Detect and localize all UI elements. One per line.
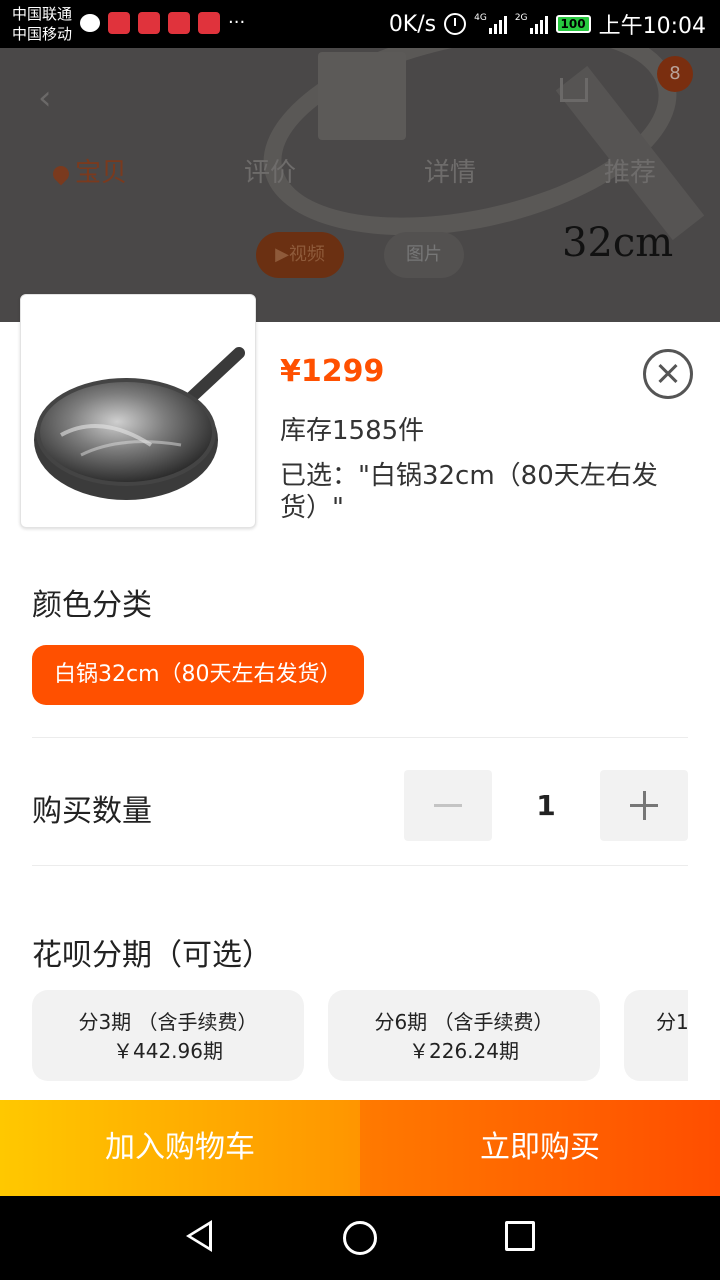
weibo-icon xyxy=(198,12,220,34)
header-product-thumbnail xyxy=(318,52,406,140)
image-toggle: 图片 xyxy=(384,232,464,278)
plan-terms: 分12期 （含手续费） xyxy=(656,1010,688,1034)
notification-icons: ··· xyxy=(80,12,245,34)
cart-count-badge: 8 xyxy=(657,56,693,92)
add-to-cart-button[interactable]: 加入购物车 xyxy=(0,1100,360,1196)
network-4g-label: 4G xyxy=(474,13,487,23)
cart-icon xyxy=(560,78,588,102)
installment-plans[interactable]: 分3期 （含手续费） ￥442.96期 分6期 （含手续费） ￥226.24期 … xyxy=(32,990,688,1082)
nav-back-icon[interactable] xyxy=(186,1220,212,1252)
sku-selected-summary: 已选："白锅32cm（80天左右发货）" xyxy=(280,461,658,523)
sku-price: ¥1299 xyxy=(280,354,385,389)
more-notifications-icon: ··· xyxy=(228,12,246,33)
game-app-icon xyxy=(168,12,190,34)
color-section-title: 颜色分类 xyxy=(32,588,152,623)
battery-icon: 100 xyxy=(555,15,591,33)
divider xyxy=(32,737,688,738)
image-size-text: 32cm xyxy=(562,220,674,266)
signal-4g-icon: 4G xyxy=(474,14,507,34)
plan-terms: 分3期 （含手续费） xyxy=(78,1010,258,1034)
buy-now-button[interactable]: 立即购买 xyxy=(360,1100,720,1196)
alarm-icon xyxy=(444,13,467,35)
divider xyxy=(32,865,688,866)
tab-recommend: 推荐 xyxy=(603,158,656,188)
location-pin-icon xyxy=(49,162,73,185)
tab-item-label: 宝贝 xyxy=(74,158,127,188)
tab-details: 详情 xyxy=(423,158,476,188)
installment-plan-3[interactable]: 分3期 （含手续费） ￥442.96期 xyxy=(32,990,304,1081)
color-option-selected[interactable]: 白锅32cm（80天左右发货） xyxy=(32,645,364,705)
quantity-value[interactable]: 1 xyxy=(492,770,600,841)
signal-2g-icon: 2G xyxy=(515,14,548,34)
network-speed: 0K/s xyxy=(388,11,437,37)
carrier-mobile: 中国移动 xyxy=(12,25,73,43)
sku-stock: 库存1585件 xyxy=(280,416,425,446)
plan-amount: ￥226.24期 xyxy=(409,1039,519,1063)
plan-amount: ￥442.96期 xyxy=(113,1039,223,1063)
status-bar: 中国联通 中国移动 ··· 0K/s 4G 2G 100 上午10:04 xyxy=(0,0,720,48)
clock: 上午10:04 xyxy=(598,14,706,39)
close-icon[interactable] xyxy=(643,349,693,399)
tab-item: 宝贝 xyxy=(0,152,180,189)
message-icon xyxy=(80,14,100,32)
wok-image xyxy=(34,347,245,500)
network-2g-label: 2G xyxy=(514,13,528,23)
nav-home-icon[interactable] xyxy=(343,1221,377,1255)
plan-terms: 分6期 （含手续费） xyxy=(374,1010,554,1034)
video-app-icon xyxy=(108,12,130,34)
quantity-decrease-button[interactable] xyxy=(404,770,492,841)
product-page-overlay[interactable]: ‹ 8 宝贝 评价 详情 推荐 ▶视频 图片 32cm xyxy=(0,48,720,322)
video-toggle: ▶视频 xyxy=(256,232,344,278)
app-notification-icon xyxy=(138,12,160,34)
sku-product-image[interactable] xyxy=(20,294,256,528)
back-arrow-icon: ‹ xyxy=(38,78,52,118)
carrier-info: 中国联通 中国移动 xyxy=(12,4,72,44)
tab-reviews: 评价 xyxy=(243,158,296,188)
installment-plan-6[interactable]: 分6期 （含手续费） ￥226.24期 xyxy=(328,990,600,1081)
installment-plan-12[interactable]: 分12期 （含手续费） xyxy=(624,990,688,1081)
system-nav-bar xyxy=(0,1196,720,1280)
product-tabs: 宝贝 评价 详情 推荐 xyxy=(0,152,720,189)
quantity-title: 购买数量 xyxy=(32,794,152,829)
carrier-unicom: 中国联通 xyxy=(12,5,73,23)
nav-recents-icon[interactable] xyxy=(505,1221,535,1251)
quantity-increase-button[interactable] xyxy=(600,770,688,841)
status-indicators: 0K/s 4G 2G 100 上午10:04 xyxy=(389,8,706,40)
installment-title: 花呗分期（可选） xyxy=(32,938,272,973)
